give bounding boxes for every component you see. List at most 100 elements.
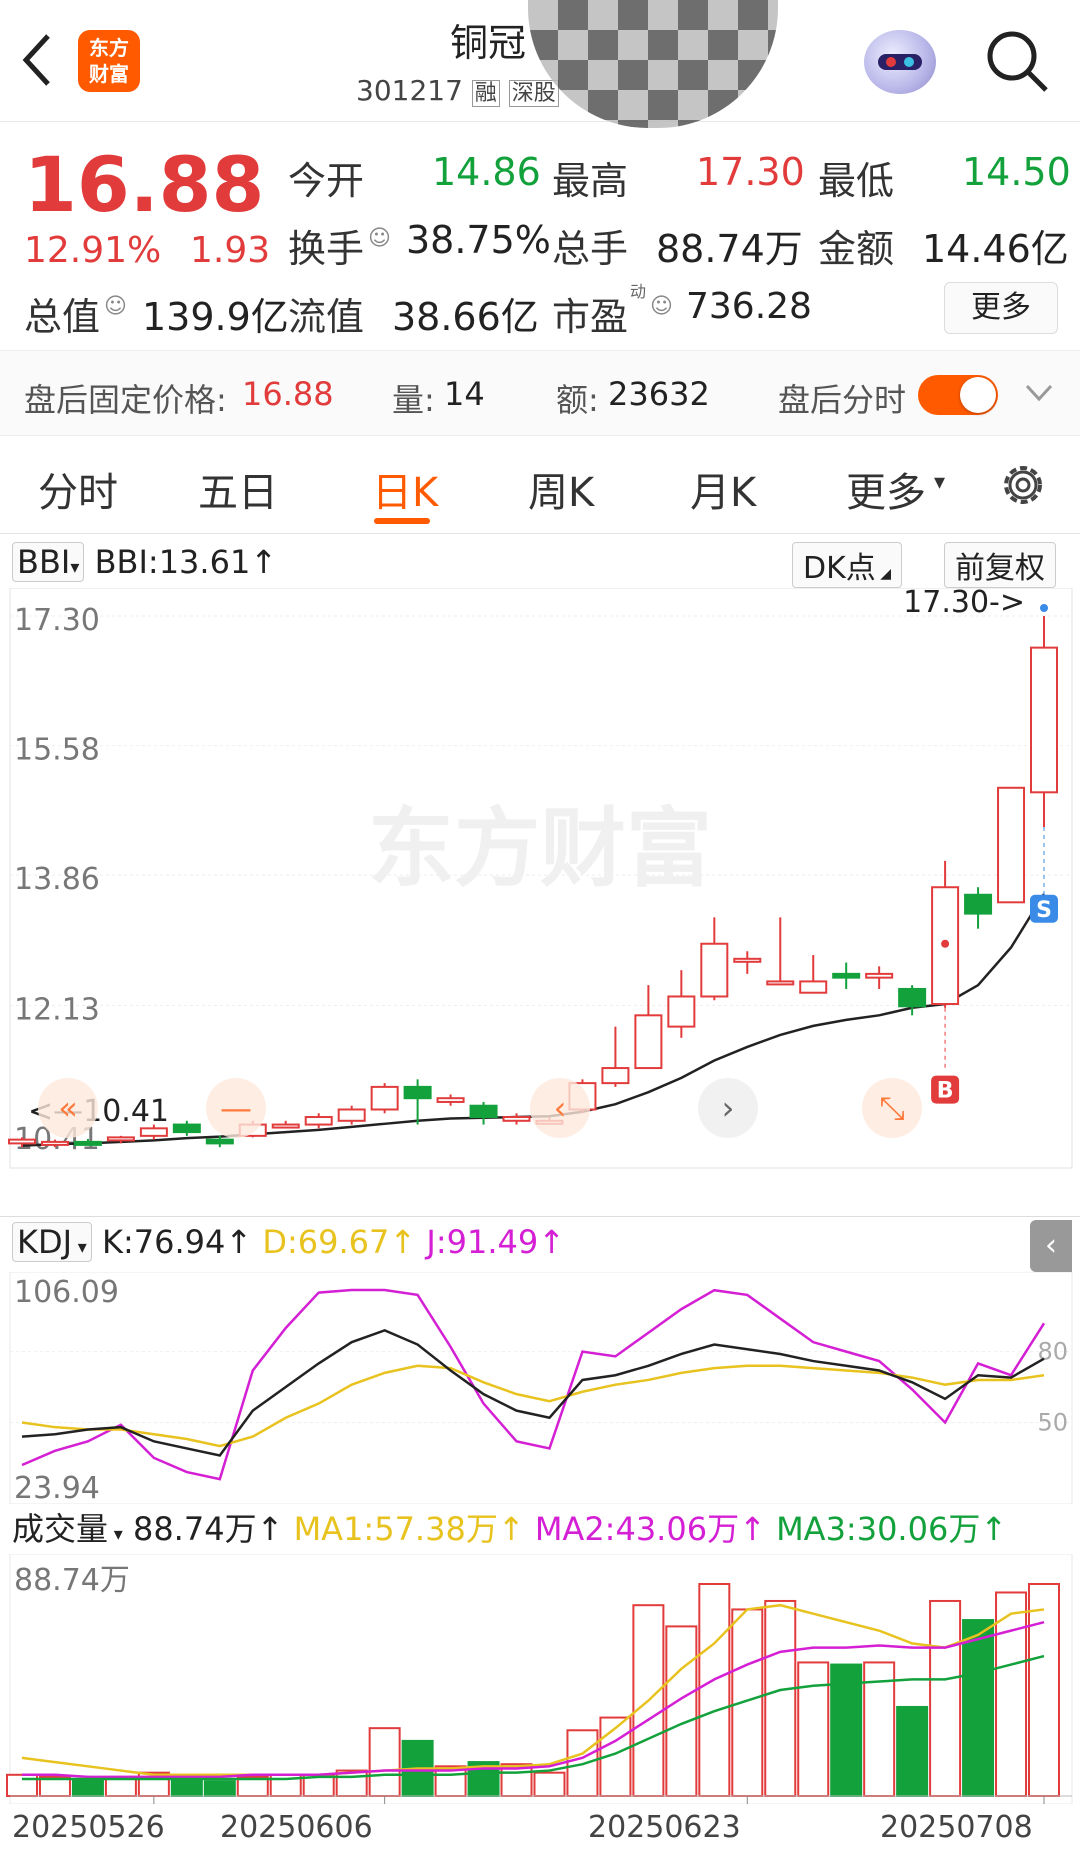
kdj-chart[interactable]: 80 50 106.09 23.94 <box>0 1272 1080 1504</box>
stock-code: 301217 <box>356 74 463 107</box>
tab-intraday[interactable]: 分时 <box>38 460 118 518</box>
candle-body <box>634 1014 663 1070</box>
vol-ma3: MA3:30.06万 <box>776 1510 981 1548</box>
ah-price-label: 盘后固定价格: <box>24 381 227 419</box>
info-icon[interactable]: ☺ <box>650 294 673 319</box>
date-label-3: 20250623 <box>588 1810 741 1845</box>
tab-five-day[interactable]: 五日 <box>198 460 278 518</box>
volume-value: 88.74万 <box>132 1510 257 1548</box>
volume-bar <box>71 1778 104 1797</box>
candle-body <box>1030 646 1058 794</box>
chevron-down-icon[interactable] <box>1024 381 1054 405</box>
volume-legend: 成交量 ▾ 88.74万↑ MA1:57.38万↑ MA2:43.06万↑ MA… <box>12 1510 1008 1548</box>
mktcap-label: 总值 <box>24 295 101 339</box>
kline-legend: BBI▾ BBI:13.61↑ <box>12 542 277 582</box>
chart-nav-icon: « <box>58 1089 78 1127</box>
pe-sup: 动 <box>630 282 647 301</box>
candle-body <box>469 1104 498 1119</box>
market-tag: 深股 <box>508 80 559 107</box>
candle-body <box>766 980 795 986</box>
high-price-note: 17.30-> <box>903 588 1025 620</box>
volume-bar <box>929 1599 962 1797</box>
sell-marker-label: S <box>1036 898 1052 923</box>
mktcap-value: 139.9亿 <box>142 295 289 339</box>
date-label-1: 20250526 <box>12 1810 165 1845</box>
kline-y-tick: 17.30 <box>14 603 100 638</box>
volume-bar <box>995 1591 1028 1798</box>
info-icon[interactable]: ☺ <box>104 294 127 319</box>
search-icon[interactable] <box>984 28 1050 94</box>
logo-line2: 财富 <box>89 62 129 86</box>
candle-body <box>865 972 894 979</box>
change-pct: 12.91% <box>24 230 162 271</box>
ah-vol-label: 量: <box>392 381 435 419</box>
ah-amt: 23632 <box>608 375 710 413</box>
back-arrow-icon[interactable] <box>16 30 56 90</box>
volume-bar <box>533 1771 566 1797</box>
blurred-overlay <box>528 0 778 128</box>
more-button[interactable]: 更多 <box>944 282 1058 334</box>
ah-toggle-label: 盘后分时 <box>778 381 907 419</box>
volume-bar <box>1028 1583 1060 1797</box>
date-label-2: 20250606 <box>220 1810 373 1845</box>
candle-body <box>700 942 729 998</box>
high-dot <box>1040 604 1048 612</box>
dk-point-button[interactable]: DK点 ◢ <box>792 542 902 588</box>
current-price: 16.88 <box>24 140 265 229</box>
quote-panel: 16.88 12.91% 1.93 今开 14.86 最高 17.30 最低 1… <box>0 122 1080 350</box>
bbi-value: BBI:13.61 <box>94 543 251 581</box>
after-hours-toggle[interactable] <box>918 375 998 415</box>
info-icon[interactable]: ☺ <box>368 226 391 251</box>
volume-bar <box>962 1619 995 1798</box>
kdj-j: J:91.49 <box>426 1223 539 1261</box>
buy-dot <box>941 939 950 948</box>
tab-weekly-k[interactable]: 周K <box>528 460 594 518</box>
kline-y-tick: 15.58 <box>14 733 100 768</box>
pe-value: 736.28 <box>686 286 812 327</box>
candle-body <box>370 1085 399 1111</box>
candle-body <box>964 893 993 915</box>
volume-bar <box>665 1625 698 1798</box>
candlestick-chart[interactable]: 17.3015.5813.8612.1310.41东方财富17.30-><—10… <box>0 588 1080 1216</box>
kdj-y-bottom: 23.94 <box>14 1471 100 1504</box>
tab-monthly-k[interactable]: 月K <box>690 460 756 518</box>
kdj-frame <box>9 1272 1073 1504</box>
volume-value: 88.74万 <box>656 227 803 271</box>
low-value: 14.50 <box>962 150 1071 194</box>
collapse-panel-button[interactable]: ‹ <box>1030 1220 1072 1272</box>
candle-body <box>403 1085 432 1100</box>
adjust-button[interactable]: 前复权 <box>944 542 1056 588</box>
candle-body <box>40 1140 69 1146</box>
dropdown-icon: ▾ <box>934 470 946 495</box>
watermark: 东方财富 <box>368 799 712 899</box>
open-label: 今开 <box>288 159 365 203</box>
candle-body <box>337 1108 366 1122</box>
kline-y-tick: 13.86 <box>14 862 100 897</box>
amount-label: 金额 <box>818 227 895 271</box>
volume-bar <box>896 1705 929 1798</box>
candle-body <box>304 1116 333 1126</box>
candle-body <box>8 1138 36 1145</box>
tab-more[interactable]: 更多 <box>846 460 926 518</box>
candle-body <box>271 1123 300 1129</box>
float-label: 流值 <box>288 295 365 339</box>
volume-chart[interactable]: 88.74万 <box>0 1554 1080 1804</box>
date-label-4: 20250708 <box>880 1810 1033 1845</box>
candle-body <box>601 1067 630 1085</box>
volume-bar <box>368 1727 401 1797</box>
candle-body <box>73 1140 102 1146</box>
tab-daily-k[interactable]: 日K <box>372 460 438 518</box>
kdj-select[interactable]: KDJ ▾ <box>12 1222 92 1262</box>
change-amt: 1.93 <box>190 230 271 271</box>
settings-gear-icon[interactable] <box>996 458 1050 512</box>
stock-code-line: 301217 融 深股 <box>356 74 559 107</box>
indicator-select[interactable]: BBI▾ <box>12 542 85 582</box>
volume-y-top: 88.74万 <box>14 1563 130 1598</box>
kdj-level-label: 50 <box>1037 1408 1068 1436</box>
margin-tag: 融 <box>471 80 500 107</box>
robot-assistant-icon[interactable] <box>864 30 936 94</box>
vol-ma1: MA1:57.38万 <box>293 1510 498 1548</box>
ah-vol: 14 <box>444 375 485 413</box>
volume-select[interactable]: 成交量 ▾ <box>12 1510 123 1548</box>
ah-price: 16.88 <box>242 375 334 413</box>
